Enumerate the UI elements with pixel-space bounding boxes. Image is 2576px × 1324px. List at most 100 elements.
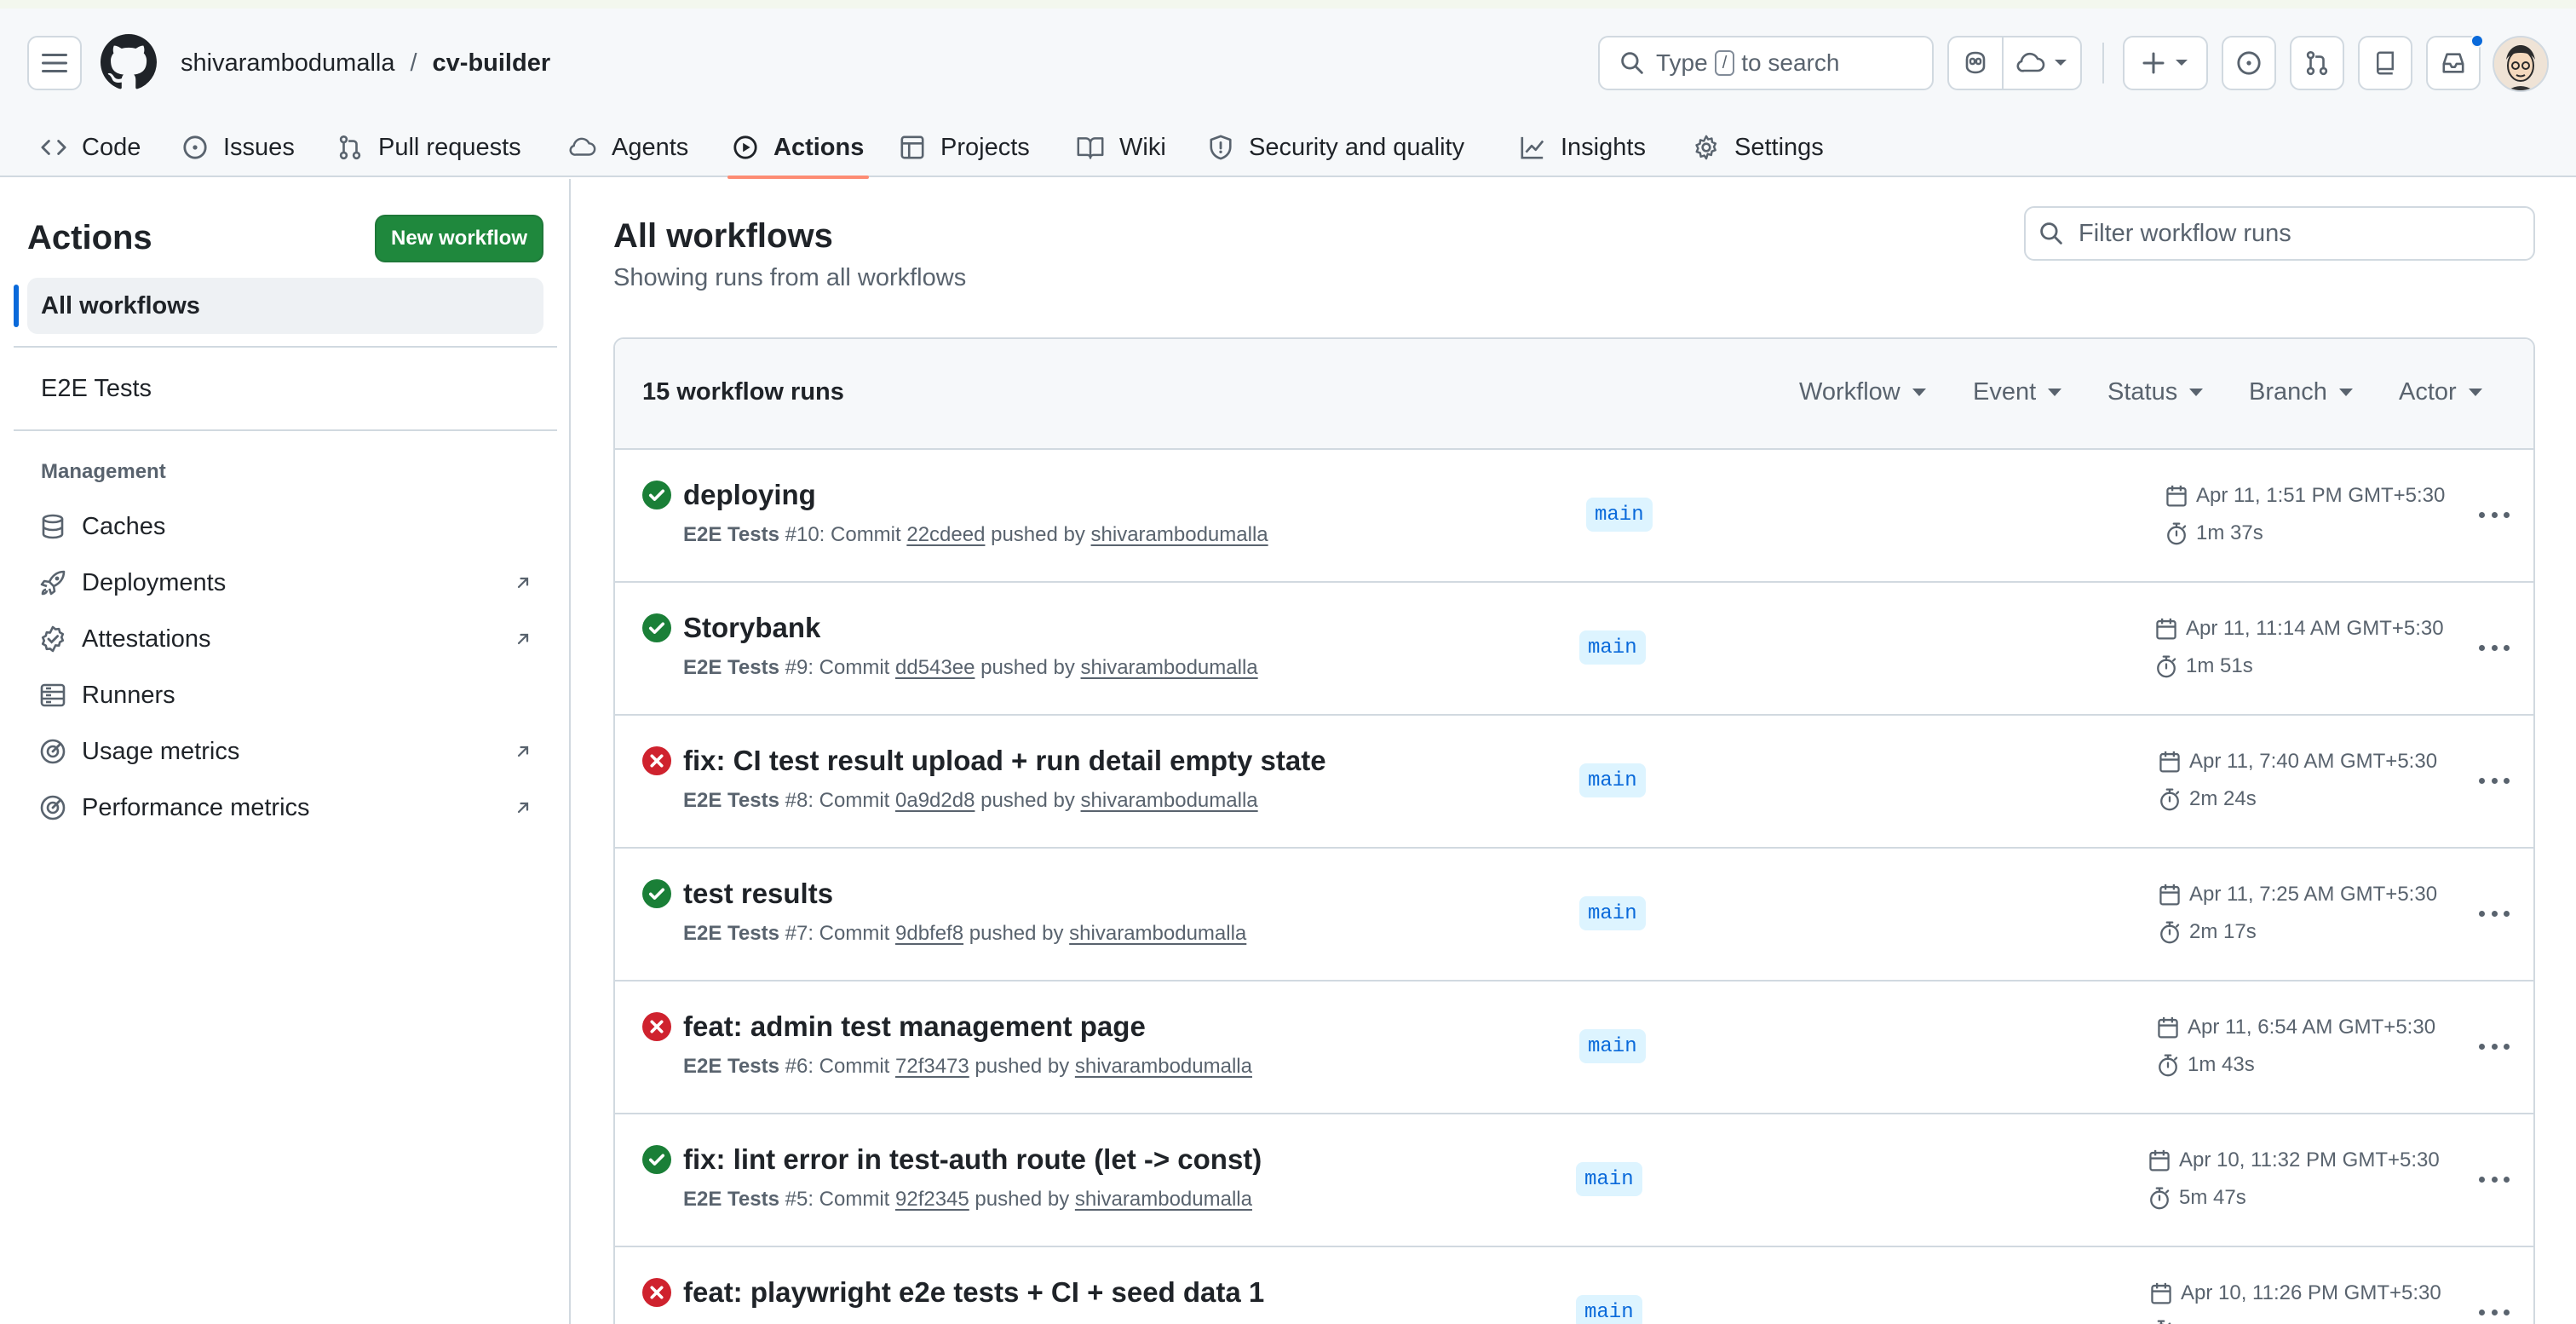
calendar-icon [2151,1282,2171,1304]
repo-owner-link[interactable]: shivarambodumalla [181,49,394,77]
caret-down-icon [1912,389,1926,396]
run-number: #6 [785,1055,808,1078]
tab-projects[interactable]: Projects [900,118,1030,177]
run-actions-menu-button[interactable] [2474,1298,2515,1324]
branch-filter-dropdown[interactable]: Branch [2249,378,2353,406]
actor-link[interactable]: shivarambodumalla [1091,523,1268,546]
sidebar-item-caches[interactable]: Caches [27,503,543,550]
create-new-button[interactable] [2123,36,2208,90]
tab-wiki[interactable]: Wiki [1077,118,1166,177]
filter-runs-input[interactable]: Filter workflow runs [2024,206,2535,261]
workflow-run-row[interactable]: deploying E2E Tests #10: Commit 22cdeed p… [615,450,2533,583]
branch-label[interactable]: main [1586,498,1653,532]
run-title-link[interactable]: Storybank [683,610,820,646]
run-actions-menu-button[interactable] [2474,501,2515,528]
plus-icon [2142,52,2165,74]
workflow-run-row[interactable]: Storybank E2E Tests #9: Commit dd543ee pu… [615,583,2533,716]
commit-link[interactable]: 9dbfef8 [895,922,963,945]
kebab-dot [2479,511,2485,518]
sidebar-item-runners[interactable]: Runners [27,671,543,719]
sidebar-item-usage-metrics[interactable]: Usage metrics [27,728,543,775]
actor-link[interactable]: shivarambodumalla [1075,1055,1252,1078]
caret-down-icon [2338,389,2353,396]
actor-link[interactable]: shivarambodumalla [1081,789,1258,812]
chevron-down-icon [2055,60,2067,66]
commit-link[interactable]: 72f3473 [895,1055,969,1078]
calendar-icon [2166,485,2187,507]
run-actions-menu-button[interactable] [2474,1166,2515,1193]
actor-link[interactable]: shivarambodumalla [1081,656,1258,679]
run-date: Apr 10, 11:26 PM GMT+5:30 [2150,1281,2441,1305]
branch-label[interactable]: main [1579,763,1646,797]
copilot-button[interactable] [1947,36,2002,90]
branch-label[interactable]: main [1579,896,1646,930]
repositories-button[interactable] [2358,36,2412,90]
sidebar-title: Actions [27,219,152,256]
run-actions-menu-button[interactable] [2474,900,2515,927]
commit-link[interactable]: 0a9d2d8 [895,789,975,812]
run-title-link[interactable]: feat: playwright e2e tests + CI + seed d… [683,1275,1264,1310]
tab-issues[interactable]: Issues [182,118,295,177]
tab-actions[interactable]: Actions [727,118,870,179]
actor-link[interactable]: shivarambodumalla [1075,1188,1252,1211]
run-actions-menu-button[interactable] [2474,1033,2515,1060]
branch-label[interactable]: main [1576,1162,1642,1196]
menu-button[interactable] [27,36,82,90]
run-title-link[interactable]: test results [683,876,833,912]
run-number: #5 [785,1188,808,1211]
user-avatar[interactable] [2493,36,2549,92]
run-actions-menu-button[interactable] [2474,767,2515,794]
calendar-icon [2158,1016,2178,1039]
commit-link[interactable]: 22cdeed [906,523,985,546]
status-filter-dropdown[interactable]: Status [2107,378,2204,406]
actor-link[interactable]: shivarambodumalla [1069,922,1246,945]
tab-settings[interactable]: Settings [1693,118,1824,177]
workflow-runs-list: 15 workflow runs Workflow Event Status B… [613,337,2535,1324]
branch-label[interactable]: main [1576,1295,1642,1324]
issues-button[interactable] [2222,36,2276,90]
event-filter-dropdown[interactable]: Event [1973,378,2062,406]
repo-name-link[interactable]: cv-builder [433,49,551,77]
tab-code[interactable]: Code [41,118,141,177]
workflow-run-row[interactable]: fix: CI test result upload + run detail … [615,716,2533,849]
workflow-run-row[interactable]: feat: admin test management page E2E Test… [615,981,2533,1114]
agent-tasks-button[interactable] [2002,36,2082,90]
run-title-link[interactable]: feat: admin test management page [683,1009,1146,1045]
new-workflow-button[interactable]: New workflow [375,215,543,262]
branch-label[interactable]: main [1579,1029,1646,1063]
commit-link[interactable]: dd543ee [895,656,975,679]
github-logo-icon[interactable] [101,34,157,90]
workflow-run-row[interactable]: feat: playwright e2e tests + CI + seed d… [615,1247,2533,1324]
actor-filter-dropdown[interactable]: Actor [2399,378,2482,406]
run-workflow-name: E2E Tests [683,1055,779,1078]
tab-label: Issues [223,133,295,161]
commit-link[interactable]: 92f2345 [895,1188,969,1211]
date-text: Apr 11, 6:54 AM GMT+5:30 [2188,1016,2436,1039]
kebab-dot [2491,644,2498,651]
sidebar-item-label: Performance metrics [82,793,310,821]
sidebar-item-attestations[interactable]: Attestations [27,615,543,663]
workflow-run-row[interactable]: test results E2E Tests #7: Commit 9dbfef8… [615,849,2533,981]
tab-pull-requests[interactable]: Pull requests [337,118,521,177]
tab-security-and-quality[interactable]: Security and quality [1208,118,1464,177]
run-title-link[interactable]: fix: CI test result upload + run detail … [683,743,1326,779]
sidebar-item-deployments[interactable]: Deployments [27,559,543,607]
branch-label[interactable]: main [1579,630,1646,665]
pull-requests-button[interactable] [2290,36,2344,90]
global-search-input[interactable]: Type / to search [1598,36,1934,90]
active-indicator [14,285,19,327]
sidebar-item-all-workflows[interactable]: All workflows [27,278,543,334]
run-actions-menu-button[interactable] [2474,634,2515,661]
run-number: #9 [785,656,808,679]
hamburger-icon [42,54,67,72]
sidebar-item-performance-metrics[interactable]: Performance metrics [27,784,543,832]
run-workflow-name: E2E Tests [683,922,779,945]
workflow-run-row[interactable]: fix: lint error in test-auth route (let … [615,1114,2533,1247]
run-title-link[interactable]: deploying [683,477,816,513]
code-icon [41,140,66,155]
sidebar-item-e2e-tests[interactable]: E2E Tests [41,371,152,406]
tab-agents[interactable]: Agents [569,118,688,177]
workflow-filter-dropdown[interactable]: Workflow [1799,378,1926,406]
run-title-link[interactable]: fix: lint error in test-auth route (let … [683,1142,1262,1177]
tab-insights[interactable]: Insights [1520,118,1646,177]
